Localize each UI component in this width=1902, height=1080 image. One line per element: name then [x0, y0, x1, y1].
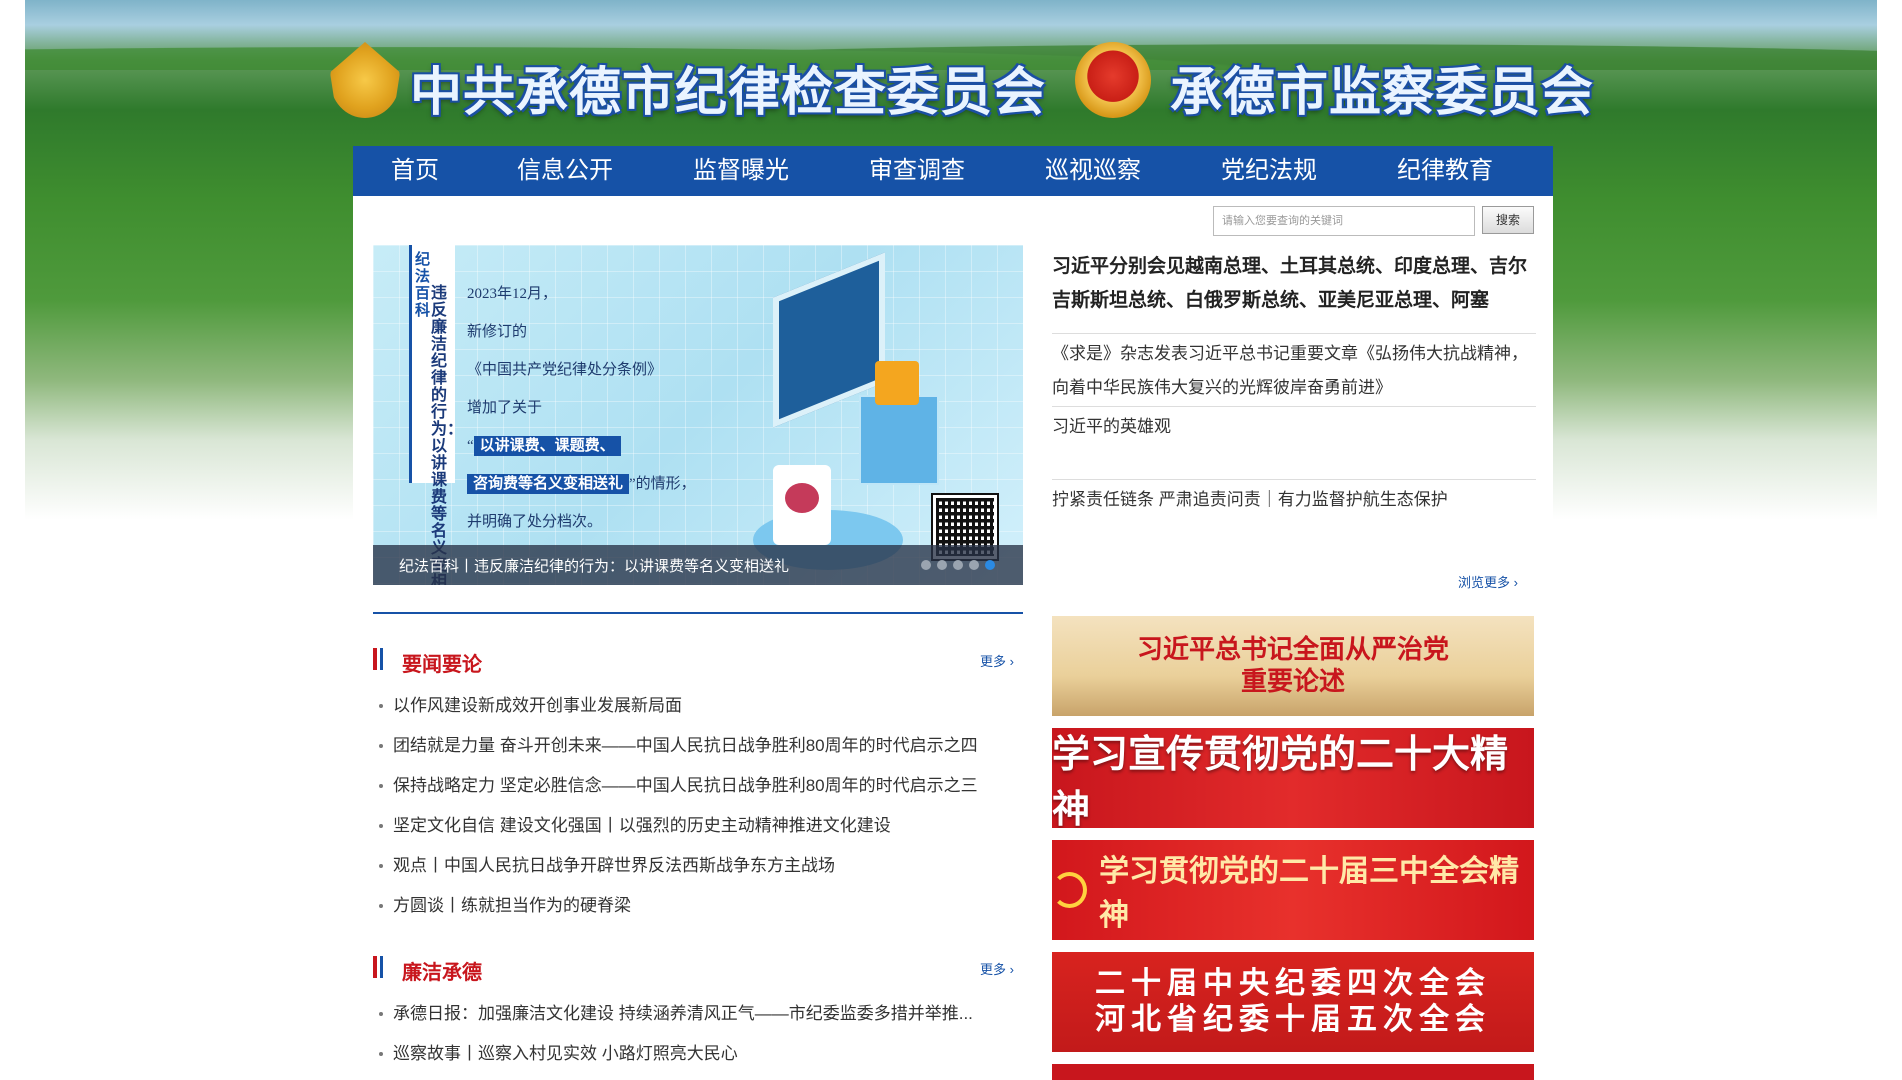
section-marker	[380, 956, 383, 978]
carousel-dot[interactable]	[953, 560, 963, 570]
divider	[1052, 333, 1536, 334]
promo-line: 二十届中央纪委四次全会	[1095, 967, 1491, 1000]
news-link[interactable]: 习近平的英雄观	[1052, 410, 1536, 444]
carousel-line: 《中国共产党纪律处分条例》	[467, 362, 663, 378]
promo-banner-20th-congress[interactable]: 学习宣传贯彻党的二十大精神	[1052, 728, 1534, 828]
chevron-right-icon: ›	[1513, 575, 1518, 590]
promo-text: 学习贯彻党的二十届三中全会精神	[1099, 855, 1520, 932]
list-item[interactable]: 以作风建设新成效开创事业发展新局面	[373, 686, 1033, 726]
carousel-line: 咨询费等名义变相送礼 ”的情形，	[467, 465, 696, 503]
carousel-vertical-text: 违反廉洁纪律的行为：以讲课费等名义变相送礼	[431, 285, 464, 585]
clean-list: 承德日报：加强廉洁文化建设 持续涵养清风正气——市纪委监委多措并举推... 巡察…	[373, 994, 1033, 1074]
promo-banner-plenary-sessions[interactable]: 二十届中央纪委四次全会 河北省纪委十届五次全会	[1052, 952, 1534, 1052]
carousel-line: 增加了关于	[467, 400, 543, 416]
chevron-right-icon: ›	[1009, 962, 1014, 977]
carousel-caption-bar: 纪法百科丨违反廉洁纪律的行为：以讲课费等名义变相送礼	[373, 545, 1023, 585]
hammer-sickle-icon	[1052, 872, 1088, 908]
promo-banner-partial[interactable]	[1052, 1064, 1534, 1080]
carousel-dot[interactable]	[937, 560, 947, 570]
carousel-dot[interactable]	[921, 560, 931, 570]
page: 中共承德市纪律检查委员会 承德市监察委员会 首页 信息公开 监督曝光 审查调查 …	[0, 0, 1902, 1080]
gift-icon	[875, 361, 919, 405]
carousel-line-suffix: ”的情形，	[629, 476, 696, 492]
promo-line: 重要论述	[1240, 667, 1345, 696]
more-label: 更多	[980, 654, 1007, 669]
section-marker	[380, 648, 383, 670]
list-item[interactable]: 承德日报：加强廉洁文化建设 持续涵养清风正气——市纪委监委多措并举推...	[373, 994, 1033, 1034]
nav-item-inspection[interactable]: 巡视巡察	[1005, 146, 1181, 196]
list-item[interactable]: 巡察故事丨巡察入村见实效 小路灯照亮大民心	[373, 1034, 1033, 1074]
carousel-line: 并明确了处分档次。	[467, 514, 603, 530]
carousel-line: “以讲课费、课题费、	[467, 427, 696, 465]
search-button[interactable]: 搜索	[1482, 206, 1534, 234]
carousel-highlight: 以讲课费、课题费、	[473, 436, 621, 456]
nav-item-home[interactable]: 首页	[353, 146, 477, 196]
carousel-dot[interactable]	[969, 560, 979, 570]
list-item[interactable]: 方圆谈丨练就担当作为的硬脊梁	[373, 886, 1033, 926]
chevron-right-icon: ›	[1009, 654, 1014, 669]
carousel-body-text: 2023年12月， 新修订的 《中国共产党纪律处分条例》 增加了关于 “以讲课费…	[467, 275, 696, 541]
site-title-commission: 中共承德市纪律检查委员会	[410, 65, 1047, 122]
section-marker	[373, 648, 377, 670]
promo-banner-strict-governance[interactable]: 习近平总书记全面从严治党 重要论述	[1052, 616, 1534, 716]
national-emblem-icon	[1075, 42, 1151, 118]
carousel-highlight: 咨询费等名义变相送礼	[467, 474, 630, 494]
section-title-clean: 廉洁承德	[402, 962, 482, 984]
image-carousel[interactable]: 纪法百科 违反廉洁纪律的行为：以讲课费等名义变相送礼 2023年12月， 新修订…	[373, 245, 1023, 585]
main-nav: 首页 信息公开 监督曝光 审查调查 巡视巡察 党纪法规 纪律教育	[353, 146, 1553, 196]
nav-item-info-disclosure[interactable]: 信息公开	[477, 146, 653, 196]
divider	[1052, 479, 1536, 480]
list-item[interactable]: 坚定文化自信 建设文化强国丨以强烈的历史主动精神推进文化建设	[373, 806, 1033, 846]
news-link[interactable]: 《求是》杂志发表习近平总书记重要文章《弘扬伟大抗战精神，向着中华民族伟大复兴的光…	[1052, 337, 1536, 405]
divider	[1052, 406, 1536, 407]
carousel-tag: 纪法百科	[415, 251, 431, 319]
browse-more-link[interactable]: 浏览更多 ›	[1458, 572, 1518, 591]
section-marker	[373, 956, 377, 978]
carousel-caption[interactable]: 纪法百科丨违反廉洁纪律的行为：以讲课费等名义变相送礼	[399, 555, 789, 576]
news-link[interactable]: 拧紧责任链条 严肃追责问责｜有力监督护航生态保护	[1052, 483, 1536, 517]
news-list: 以作风建设新成效开创事业发展新局面 团结就是力量 奋斗开创未来——中国人民抗日战…	[373, 686, 1033, 926]
more-link-clean[interactable]: 更多 ›	[980, 959, 1014, 978]
promo-line: 河北省纪委十届五次全会	[1095, 1003, 1491, 1036]
headline-news[interactable]: 习近平分别会见越南总理、土耳其总统、印度总理、吉尔吉斯斯坦总统、白俄罗斯总统、亚…	[1052, 250, 1536, 330]
list-item[interactable]: 观点丨中国人民抗日战争开辟世界反法西斯战争东方主战场	[373, 846, 1033, 886]
more-label: 更多	[980, 962, 1007, 977]
nav-item-investigation[interactable]: 审查调查	[829, 146, 1005, 196]
carousel-line: 新修订的	[467, 324, 528, 340]
carousel-line: 2023年12月，	[467, 286, 558, 302]
promo-banner-third-plenum[interactable]: 学习贯彻党的二十届三中全会精神	[1052, 840, 1534, 940]
nav-item-discipline-education[interactable]: 纪律教育	[1357, 146, 1533, 196]
nav-item-supervision-exposure[interactable]: 监督曝光	[653, 146, 829, 196]
box-illustration	[859, 395, 939, 485]
carousel-dots	[921, 560, 995, 570]
site-title-supervision: 承德市监察委员会	[1170, 65, 1595, 122]
wine-illustration	[785, 483, 819, 513]
carousel-dot[interactable]	[985, 560, 995, 570]
search-input[interactable]: 请输入您要查询的关键词	[1213, 206, 1475, 236]
section-title-news: 要闻要论	[402, 654, 482, 676]
nav-item-party-regulations[interactable]: 党纪法规	[1181, 146, 1357, 196]
promo-text: 习近平总书记全面从严治党 重要论述	[1137, 634, 1449, 698]
list-item[interactable]: 团结就是力量 奋斗开创未来——中国人民抗日战争胜利80周年的时代启示之四	[373, 726, 1033, 766]
more-link-news[interactable]: 更多 ›	[980, 651, 1014, 670]
cup-illustration	[773, 465, 831, 545]
promo-text: 学习宣传贯彻党的二十大精神	[1052, 734, 1509, 828]
section-divider	[373, 612, 1023, 614]
promo-line: 习近平总书记全面从严治党	[1136, 635, 1449, 664]
browse-more-label: 浏览更多	[1458, 575, 1511, 590]
list-item[interactable]: 保持战略定力 坚定必胜信念——中国人民抗日战争胜利80周年的时代启示之三	[373, 766, 1033, 806]
